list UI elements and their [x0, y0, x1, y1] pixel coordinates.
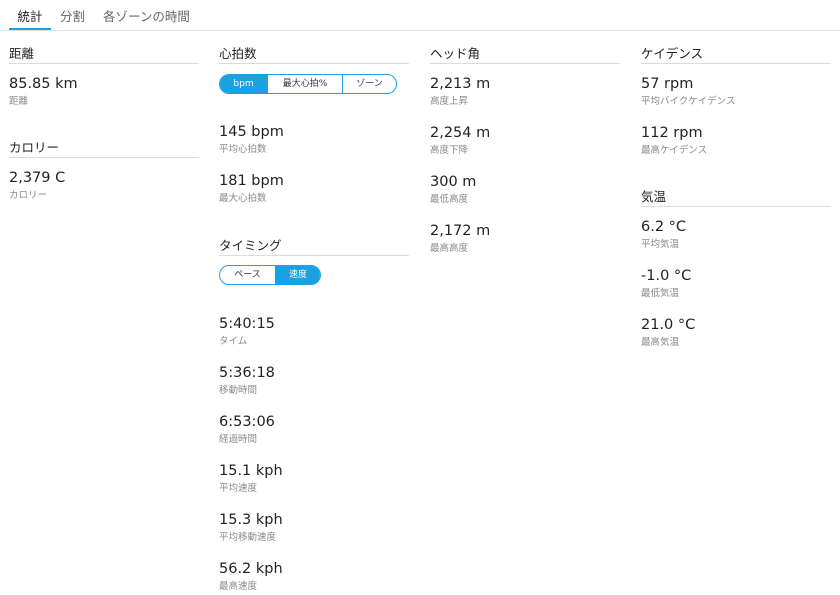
stat-elapsed-time: 6:53:06 経過時間 — [219, 413, 275, 446]
stat-distance: 85.85 km 距離 — [9, 75, 78, 108]
tab-splits[interactable]: 分割 — [60, 6, 85, 30]
stat-value: -1.0 °C — [641, 268, 692, 284]
stat-max-elevation: 2,172 m 最高高度 — [430, 222, 490, 255]
tab-bar: 統計 分割 各ゾーンの時間 — [0, 0, 840, 31]
tab-time-in-zones[interactable]: 各ゾーンの時間 — [103, 6, 190, 30]
stat-label: 距離 — [9, 96, 29, 107]
stat-avg-heart-rate: 145 bpm 平均心拍数 — [219, 123, 284, 156]
stat-min-elevation: 300 m 最低高度 — [430, 173, 476, 206]
stat-value: 2,379 C — [9, 170, 66, 186]
section-title-timing: タイミング — [219, 237, 409, 256]
stat-value: 85.85 km — [9, 76, 78, 92]
stat-value: 112 rpm — [641, 125, 703, 141]
stat-label: 最低高度 — [430, 194, 469, 205]
stat-value: 6:53:06 — [219, 414, 275, 430]
stat-label: 高度下降 — [430, 145, 469, 156]
stat-value: 2,254 m — [430, 125, 491, 141]
stat-value: 2,172 m — [430, 223, 491, 239]
stat-time: 5:40:15 タイム — [219, 315, 275, 348]
stat-label: 平均心拍数 — [219, 144, 267, 155]
stat-avg-temperature: 6.2 °C 平均気温 — [641, 218, 686, 251]
stat-max-speed: 56.2 kph 最高速度 — [219, 560, 283, 593]
stat-label: 移動時間 — [219, 385, 258, 396]
stat-max-heart-rate: 181 bpm 最大心拍数 — [219, 172, 284, 205]
activity-stats-page: 統計 分割 各ゾーンの時間 距離 85.85 km 距離 カロリー 2,379 … — [0, 0, 840, 595]
stat-value: 15.3 kph — [219, 512, 283, 528]
section-title-elevation: ヘッド角 — [430, 45, 620, 64]
section-title-calories: カロリー — [9, 139, 199, 158]
stat-value: 5:36:18 — [219, 365, 275, 381]
timing-mode-toggle: ペース 速度 — [219, 265, 321, 285]
stat-label: 高度上昇 — [430, 96, 469, 107]
tab-stats[interactable]: 統計 — [9, 6, 51, 30]
stat-max-temperature: 21.0 °C 最高気温 — [641, 316, 695, 349]
stat-label: 平均気温 — [641, 239, 680, 250]
stat-avg-cadence: 57 rpm 平均バイクケイデンス — [641, 75, 735, 108]
section-title-distance: 距離 — [9, 45, 199, 64]
stat-value: 57 rpm — [641, 76, 694, 92]
stat-label: 最高ケイデンス — [641, 145, 708, 156]
toggle-zone-button[interactable]: ゾーン — [342, 75, 396, 93]
stat-label: 平均移動速度 — [219, 532, 277, 543]
stat-label: 最高気温 — [641, 337, 680, 348]
stat-label: 経過時間 — [219, 434, 258, 445]
toggle-speed-button[interactable]: 速度 — [275, 266, 320, 284]
stat-value: 300 m — [430, 174, 477, 190]
stat-value: 145 bpm — [219, 124, 284, 140]
stat-min-temperature: -1.0 °C 最低気温 — [641, 267, 691, 300]
toggle-max-hr-percent-button[interactable]: 最大心拍% — [267, 75, 342, 93]
toggle-pace-button[interactable]: ペース — [220, 266, 275, 284]
stat-avg-moving-speed: 15.3 kph 平均移動速度 — [219, 511, 283, 544]
stat-max-cadence: 112 rpm 最高ケイデンス — [641, 124, 707, 157]
section-title-cadence: ケイデンス — [641, 45, 831, 64]
stat-value: 5:40:15 — [219, 316, 275, 332]
heart-rate-unit-toggle: bpm 最大心拍% ゾーン — [219, 74, 397, 94]
stat-value: 15.1 kph — [219, 463, 283, 479]
stat-value: 181 bpm — [219, 173, 284, 189]
stat-value: 56.2 kph — [219, 561, 283, 577]
stat-label: 最高高度 — [430, 243, 469, 254]
stat-label: 最大心拍数 — [219, 193, 267, 204]
section-title-temperature: 気温 — [641, 188, 831, 207]
stat-calories: 2,379 C カロリー — [9, 169, 65, 202]
stat-avg-speed: 15.1 kph 平均速度 — [219, 462, 283, 495]
stat-label: 最高速度 — [219, 581, 258, 592]
stat-label: タイム — [219, 336, 248, 347]
stat-label: カロリー — [9, 190, 48, 201]
toggle-bpm-button[interactable]: bpm — [220, 75, 267, 93]
stat-value: 6.2 °C — [641, 219, 687, 235]
stat-label: 平均速度 — [219, 483, 258, 494]
stat-moving-time: 5:36:18 移動時間 — [219, 364, 275, 397]
stat-label: 平均バイクケイデンス — [641, 96, 736, 107]
stat-value: 2,213 m — [430, 76, 491, 92]
stat-label: 最低気温 — [641, 288, 680, 299]
section-title-heart-rate: 心拍数 — [219, 45, 409, 64]
stat-elevation-gain: 2,213 m 高度上昇 — [430, 75, 490, 108]
stat-elevation-loss: 2,254 m 高度下降 — [430, 124, 490, 157]
stat-value: 21.0 °C — [641, 317, 696, 333]
